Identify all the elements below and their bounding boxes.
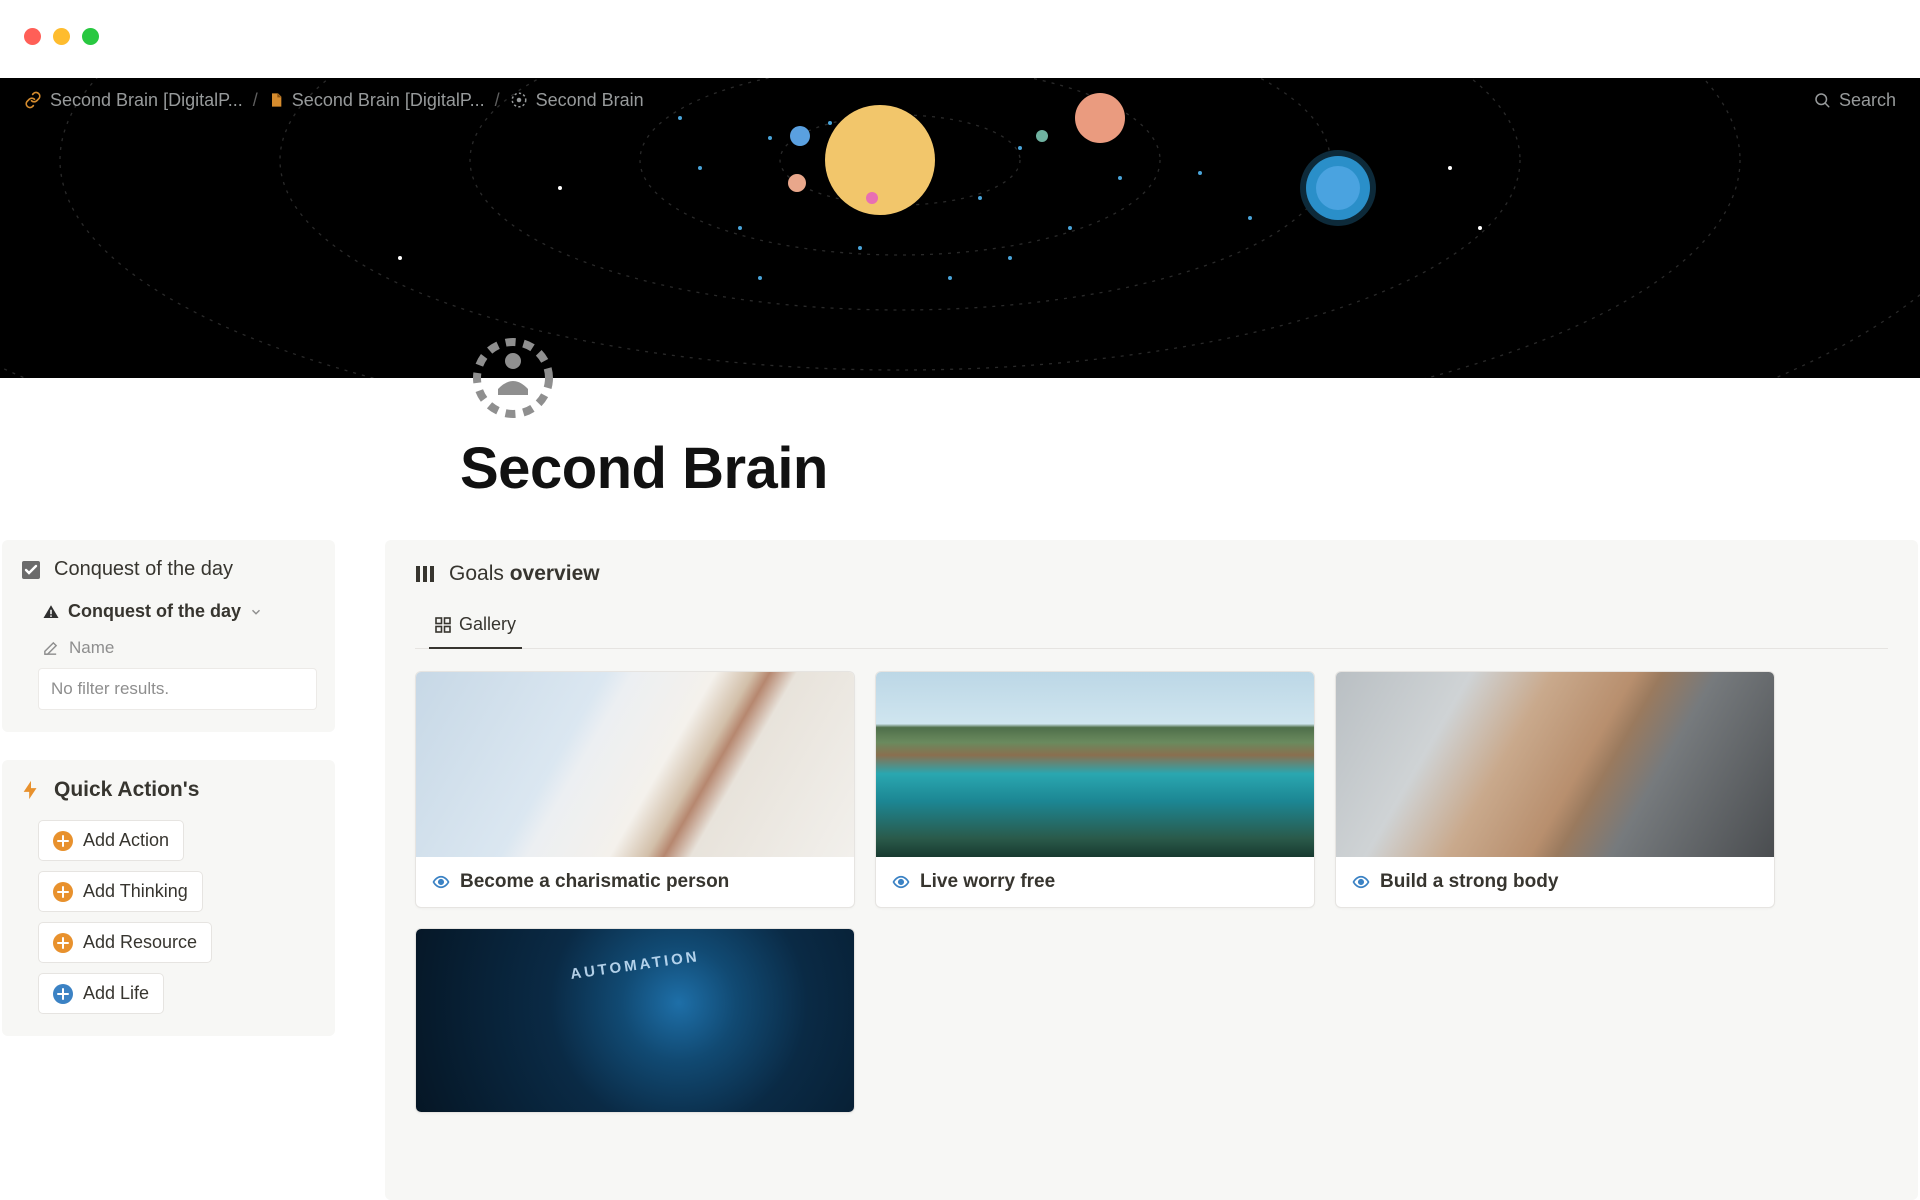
goals-panel: Goals overview Gallery Become a charisma… <box>385 540 1918 1200</box>
add-resource-button[interactable]: Add Resource <box>38 922 212 963</box>
close-window-icon[interactable] <box>24 28 41 45</box>
add-thinking-button[interactable]: Add Thinking <box>38 871 203 912</box>
conquest-title: Conquest of the day <box>54 558 233 581</box>
conquest-subtitle: Conquest of the day <box>68 601 241 622</box>
button-label: Add Resource <box>83 932 197 953</box>
bolt-icon <box>20 779 42 801</box>
minimize-window-icon[interactable] <box>53 28 70 45</box>
chevron-down-icon <box>249 605 263 619</box>
goal-thumbnail <box>1336 672 1774 857</box>
plus-circle-icon <box>53 933 73 953</box>
tab-label: Gallery <box>459 614 516 635</box>
breadcrumb-item-1[interactable]: Second Brain [DigitalP... <box>268 90 485 111</box>
breadcrumb-label: Second Brain <box>536 90 644 111</box>
goal-card[interactable]: Become a charismatic person <box>415 671 855 908</box>
warning-icon <box>42 603 60 621</box>
eye-icon <box>432 873 450 891</box>
goal-thumbnail <box>416 672 854 857</box>
quick-actions-title: Quick Action's <box>54 778 199 802</box>
tab-gallery[interactable]: Gallery <box>429 606 522 649</box>
search-button[interactable]: Search <box>1813 90 1896 111</box>
gallery-icon <box>435 617 451 633</box>
maximize-window-icon[interactable] <box>82 28 99 45</box>
breadcrumb-item-2[interactable]: Second Brain <box>510 90 644 111</box>
quick-actions-widget: Quick Action's Add Action Add Thinking A… <box>2 760 335 1036</box>
edit-icon <box>42 640 59 657</box>
goals-gallery: Become a charismatic person Live worry f… <box>415 671 1888 1113</box>
page-title: Second Brain <box>460 435 828 502</box>
eye-icon <box>1352 873 1370 891</box>
breadcrumb-separator-icon: / <box>495 90 500 111</box>
search-icon <box>1813 91 1831 109</box>
button-label: Add Action <box>83 830 169 851</box>
page-icon[interactable] <box>470 335 556 421</box>
goal-card[interactable]: Live worry free <box>875 671 1315 908</box>
goals-title-b: overview <box>510 562 600 585</box>
conquest-name-label: Name <box>69 638 114 658</box>
conquest-widget: Conquest of the day Conquest of the day … <box>2 540 335 732</box>
goal-thumbnail <box>416 929 854 1113</box>
link-icon <box>24 91 42 109</box>
goal-card[interactable]: Build a strong body <box>1335 671 1775 908</box>
plus-circle-icon <box>53 882 73 902</box>
cover-image <box>0 78 1920 378</box>
goal-thumbnail <box>876 672 1314 857</box>
goal-title: Build a strong body <box>1380 871 1558 893</box>
button-label: Add Thinking <box>83 881 188 902</box>
target-icon <box>510 91 528 109</box>
breadcrumb-bar: Second Brain [DigitalP... / Second Brain… <box>0 78 1920 122</box>
goals-heading: Goals overview <box>415 562 1888 586</box>
goal-title: Become a charismatic person <box>460 871 729 893</box>
conquest-empty-text: No filter results. <box>51 679 169 698</box>
board-icon <box>415 564 435 584</box>
breadcrumb-label: Second Brain [DigitalP... <box>50 90 243 111</box>
plus-circle-icon <box>53 831 73 851</box>
button-label: Add Life <box>83 983 149 1004</box>
conquest-title-row: Conquest of the day <box>20 558 317 581</box>
conquest-name-column[interactable]: Name <box>20 638 317 658</box>
breadcrumb-label: Second Brain [DigitalP... <box>292 90 485 111</box>
goals-title-a: Goals <box>449 562 504 585</box>
checkbox-icon[interactable] <box>20 559 42 581</box>
document-icon <box>268 91 284 109</box>
breadcrumb-item-0[interactable]: Second Brain [DigitalP... <box>24 90 243 111</box>
search-label: Search <box>1839 90 1896 111</box>
conquest-view-selector[interactable]: Conquest of the day <box>20 601 317 622</box>
eye-icon <box>892 873 910 891</box>
add-action-button[interactable]: Add Action <box>38 820 184 861</box>
quick-actions-title-row: Quick Action's <box>20 778 317 802</box>
breadcrumb-separator-icon: / <box>253 90 258 111</box>
plus-circle-icon <box>53 984 73 1004</box>
goals-tabs: Gallery <box>415 606 1888 649</box>
goal-card[interactable] <box>415 928 855 1113</box>
window-traffic-lights <box>24 28 99 45</box>
conquest-empty-state: No filter results. <box>38 668 317 710</box>
add-life-button[interactable]: Add Life <box>38 973 164 1014</box>
goal-title: Live worry free <box>920 871 1055 893</box>
